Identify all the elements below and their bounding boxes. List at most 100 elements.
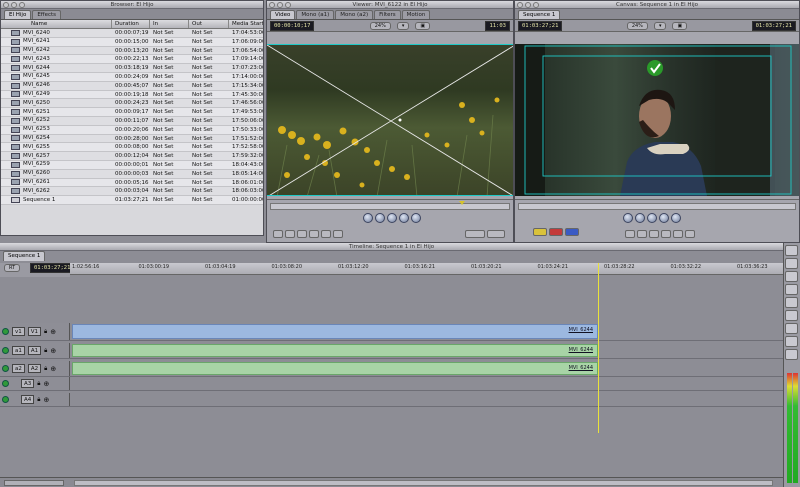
destination-patch[interactable]: A3: [21, 379, 35, 388]
browser-row[interactable]: MVI_6257 00:00:12;04 Not Set Not Set 17:59:3…: [1, 152, 263, 161]
source-patch[interactable]: a2: [12, 364, 25, 373]
play-in-to-out-icon[interactable]: [375, 213, 385, 223]
browser-titlebar[interactable]: Browser: El Hijo: [1, 1, 263, 9]
viewer-overlay-popup[interactable]: ▣: [415, 21, 431, 30]
auto-select-icon[interactable]: ⊕: [43, 380, 49, 388]
auto-select-icon[interactable]: ⊕: [50, 347, 56, 355]
canvas-zoom-popup[interactable]: 24%: [626, 21, 648, 30]
browser-row[interactable]: MVI_6240 00:00:07;19 Not Set Not Set 17:04:5…: [1, 29, 263, 38]
tab-video[interactable]: Video: [270, 10, 296, 19]
browser-row[interactable]: MVI_6244 00:03:18;19 Not Set Not Set 17:07:2…: [1, 64, 263, 73]
track-visibility-icon[interactable]: [2, 347, 9, 354]
browser-row[interactable]: MVI_6243 00:00:22;13 Not Set Not Set 17:09:1…: [1, 55, 263, 65]
insert-edit-icon[interactable]: [533, 228, 547, 236]
play-icon[interactable]: [387, 213, 397, 223]
track-visibility-icon[interactable]: [2, 396, 9, 403]
timeline-clip[interactable]: MVI_6244: [72, 362, 598, 375]
mark-in-icon[interactable]: [673, 230, 683, 238]
column-name[interactable]: Name: [1, 20, 112, 28]
play-around-icon[interactable]: [659, 213, 669, 223]
play-around-icon[interactable]: [399, 213, 409, 223]
previous-edit-icon[interactable]: [623, 213, 633, 223]
next-edit-icon[interactable]: [411, 213, 421, 223]
timeline-tab-sequence-1[interactable]: Sequence 1: [3, 251, 46, 261]
zoom-tool-icon[interactable]: [785, 323, 798, 334]
razor-tool-icon[interactable]: [785, 310, 798, 321]
track-visibility-icon[interactable]: [2, 328, 9, 335]
column-out[interactable]: Out: [189, 20, 229, 28]
previous-edit-icon[interactable]: [363, 213, 373, 223]
add-marker-icon[interactable]: [309, 230, 319, 238]
add-keyframe-icon[interactable]: [297, 230, 307, 238]
canvas-overlay-popup[interactable]: ▣: [672, 21, 688, 30]
canvas-view-popup[interactable]: ▾: [653, 21, 667, 30]
canvas-video-frame[interactable]: [515, 44, 799, 196]
browser-row[interactable]: MVI_6260 00:00:00;03 Not Set Not Set 18:05:1…: [1, 169, 263, 179]
replace-edit-icon[interactable]: [565, 228, 579, 236]
recent-clips-popup-icon[interactable]: [465, 230, 485, 238]
match-frame-icon[interactable]: [273, 230, 283, 238]
browser-row[interactable]: MVI_6245 00:00:24;09 Not Set Not Set 17:14:0…: [1, 72, 263, 82]
tab-motion[interactable]: Motion: [401, 10, 431, 19]
generator-popup-icon[interactable]: [487, 230, 505, 238]
timeline-ruler[interactable]: 1:02:56:16 01:03:00:19 01:03:04:19 01:03:08…: [70, 263, 783, 275]
browser-row[interactable]: Sequence 1 01:03:27;21 Not Set Not Set 01:00…: [1, 196, 263, 205]
tab-effects[interactable]: Effects: [32, 10, 62, 19]
tab-mono-a2[interactable]: Mono (a2): [335, 10, 374, 19]
destination-patch[interactable]: A1: [27, 346, 42, 355]
viewer-playhead-marker[interactable]: [459, 201, 465, 205]
track-visibility-icon[interactable]: [2, 380, 9, 387]
viewer-video-frame[interactable]: [267, 44, 513, 196]
tab-filters[interactable]: Filters: [374, 10, 401, 19]
match-frame-icon[interactable]: [625, 230, 635, 238]
track-lock-icon[interactable]: 🔒︎: [44, 328, 47, 336]
next-edit-icon[interactable]: [671, 213, 681, 223]
column-media-start[interactable]: Media Start: [229, 20, 263, 28]
auto-select-icon[interactable]: ⊕: [50, 328, 56, 336]
mark-in-icon[interactable]: [321, 230, 331, 238]
canvas-titlebar[interactable]: Canvas: Sequence 1 in El Hijo: [515, 1, 799, 9]
canvas-scrubber-bar[interactable]: [518, 203, 796, 210]
track-lock-icon[interactable]: 🔒︎: [37, 396, 40, 404]
window-buttons[interactable]: [269, 2, 291, 8]
play-icon[interactable]: [647, 213, 657, 223]
edit-selection-tool-icon[interactable]: [785, 258, 798, 269]
auto-select-icon[interactable]: ⊕: [43, 396, 49, 404]
selection-tool-icon[interactable]: [785, 245, 798, 256]
add-keyframe-icon[interactable]: [649, 230, 659, 238]
viewer-zoom-popup[interactable]: 24%: [369, 21, 391, 30]
browser-row[interactable]: MVI_6252 00:00:11;07 Not Set Not Set 17:50:0…: [1, 116, 263, 126]
rt-popup[interactable]: RT: [4, 264, 21, 272]
viewer-titlebar[interactable]: Viewer: MVI_6122 in El Hijo: [267, 1, 513, 9]
track-lock-icon[interactable]: 🔒︎: [37, 380, 40, 388]
tab-mono-a1[interactable]: Mono (a1): [296, 10, 335, 19]
timeline-playhead[interactable]: [598, 263, 599, 433]
viewer-timecode-field[interactable]: 00:00:10;17: [270, 20, 315, 31]
browser-row[interactable]: MVI_6255 00:00:08;00 Not Set Not Set 17:52:5…: [1, 143, 263, 153]
track-visibility-icon[interactable]: [2, 365, 9, 372]
track-select-tool-icon[interactable]: [785, 271, 798, 282]
tab-el-hijo[interactable]: El Hijo: [4, 10, 32, 19]
mark-out-icon[interactable]: [333, 230, 343, 238]
crop-tool-icon[interactable]: [785, 336, 798, 347]
browser-row[interactable]: MVI_6262 00:00:03;04 Not Set Not Set 18:06:0…: [1, 187, 263, 197]
timeline-timecode-field[interactable]: 01:03:27;21: [30, 263, 75, 273]
mark-clip-icon[interactable]: [285, 230, 295, 238]
pen-tool-icon[interactable]: [785, 349, 798, 360]
track-lock-icon[interactable]: 🔒︎: [44, 365, 47, 373]
browser-row[interactable]: MVI_6249 00:00:19;18 Not Set Not Set 17:45:3…: [1, 90, 263, 100]
timeline-clip[interactable]: MVI_6244: [72, 324, 598, 339]
timeline-titlebar[interactable]: Timeline: Sequence 1 in El Hijo: [0, 243, 783, 251]
browser-row[interactable]: MVI_6246 00:00:45;07 Not Set Not Set 17:15:3…: [1, 81, 263, 91]
tab-sequence-1[interactable]: Sequence 1: [518, 10, 561, 19]
destination-patch[interactable]: A2: [27, 364, 42, 373]
source-patch[interactable]: v1: [12, 327, 25, 336]
viewer-scrubber-bar[interactable]: [270, 201, 510, 210]
viewer-view-popup[interactable]: ▾: [396, 21, 410, 30]
browser-row[interactable]: MVI_6242 00:00:13;20 Not Set Not Set 17:06:5…: [1, 46, 263, 56]
window-buttons[interactable]: [517, 2, 539, 8]
column-duration[interactable]: Duration: [112, 20, 150, 28]
mark-out-icon[interactable]: [685, 230, 695, 238]
add-marker-icon[interactable]: [661, 230, 671, 238]
browser-row[interactable]: MVI_6253 00:00:20;06 Not Set Not Set 17:50:3…: [1, 125, 263, 135]
